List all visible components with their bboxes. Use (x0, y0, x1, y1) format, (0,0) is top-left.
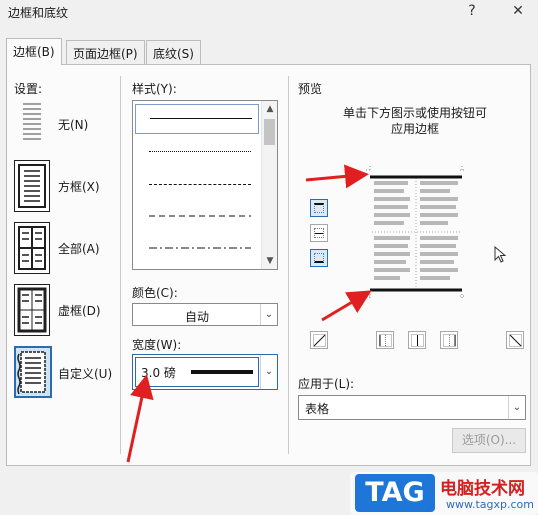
watermark-url: www.tagxp.com (446, 498, 534, 511)
annotation-arrow-bottom (321, 290, 372, 322)
annotation-arrows (126, 164, 372, 463)
watermark-text: 电脑技术网 (440, 479, 525, 499)
tab-borders[interactable]: 边框(B) (6, 38, 62, 65)
watermark-logo: TAG (355, 474, 435, 512)
annotation-arrow-top (305, 164, 369, 189)
annotation-arrow-width (126, 374, 154, 463)
